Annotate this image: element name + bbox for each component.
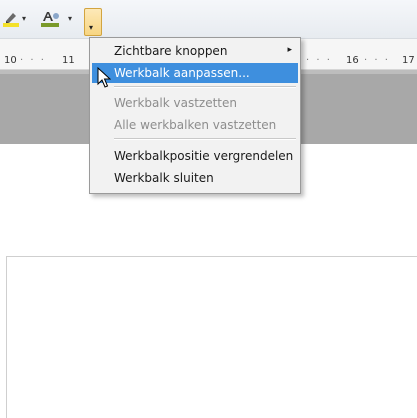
formatting-toolbar: ▾ ▾ ▾ xyxy=(0,0,417,39)
menu-item-label: Werkbalk aanpassen... xyxy=(114,66,250,80)
toolbar-options-button[interactable]: ▾ xyxy=(84,8,102,36)
menu-item-visible-buttons[interactable]: Zichtbare knoppen ▸ xyxy=(92,41,298,61)
menu-item-close-toolbar[interactable]: Werkbalk sluiten xyxy=(92,168,298,188)
font-color-button[interactable] xyxy=(40,10,60,28)
menu-item-label: Werkbalk vastzetten xyxy=(114,96,237,110)
menu-separator xyxy=(114,86,296,88)
ruler-number: 11 xyxy=(62,55,75,66)
highlighter-button[interactable] xyxy=(2,10,20,28)
mouse-pointer-icon xyxy=(97,67,111,88)
menu-item-dock-all-toolbars: Alle werkbalken vastzetten xyxy=(92,115,298,135)
menu-item-label: Zichtbare knoppen xyxy=(114,44,228,58)
ruler-ticks: · · · xyxy=(20,55,46,66)
menu-item-dock-toolbar: Werkbalk vastzetten xyxy=(92,93,298,113)
submenu-arrow-icon: ▸ xyxy=(287,45,292,55)
menu-item-lock-toolbar-position[interactable]: Werkbalkpositie vergrendelen xyxy=(92,146,298,166)
menu-item-label: Werkbalkpositie vergrendelen xyxy=(114,149,294,163)
chevron-down-icon: ▾ xyxy=(89,23,94,32)
menu-separator xyxy=(114,138,296,140)
font-color-dropdown-arrow[interactable]: ▾ xyxy=(68,14,72,23)
toolbar-context-menu: Zichtbare knoppen ▸ Werkbalk aanpassen..… xyxy=(89,37,301,194)
menu-item-customize-toolbar[interactable]: Werkbalk aanpassen... xyxy=(92,63,298,83)
ruler-number: 16 xyxy=(346,55,359,66)
document-page[interactable] xyxy=(6,257,417,418)
font-color-icon xyxy=(41,12,59,27)
menu-item-label: Werkbalk sluiten xyxy=(114,171,214,185)
ruler-ticks: · · · xyxy=(306,55,332,66)
highlighter-icon xyxy=(3,13,19,27)
ruler-ticks: · · · xyxy=(364,55,390,66)
ruler-number: 10 xyxy=(4,55,17,66)
ruler-number: 17 xyxy=(402,55,415,66)
menu-item-label: Alle werkbalken vastzetten xyxy=(114,118,277,132)
highlighter-dropdown-arrow[interactable]: ▾ xyxy=(22,14,26,23)
